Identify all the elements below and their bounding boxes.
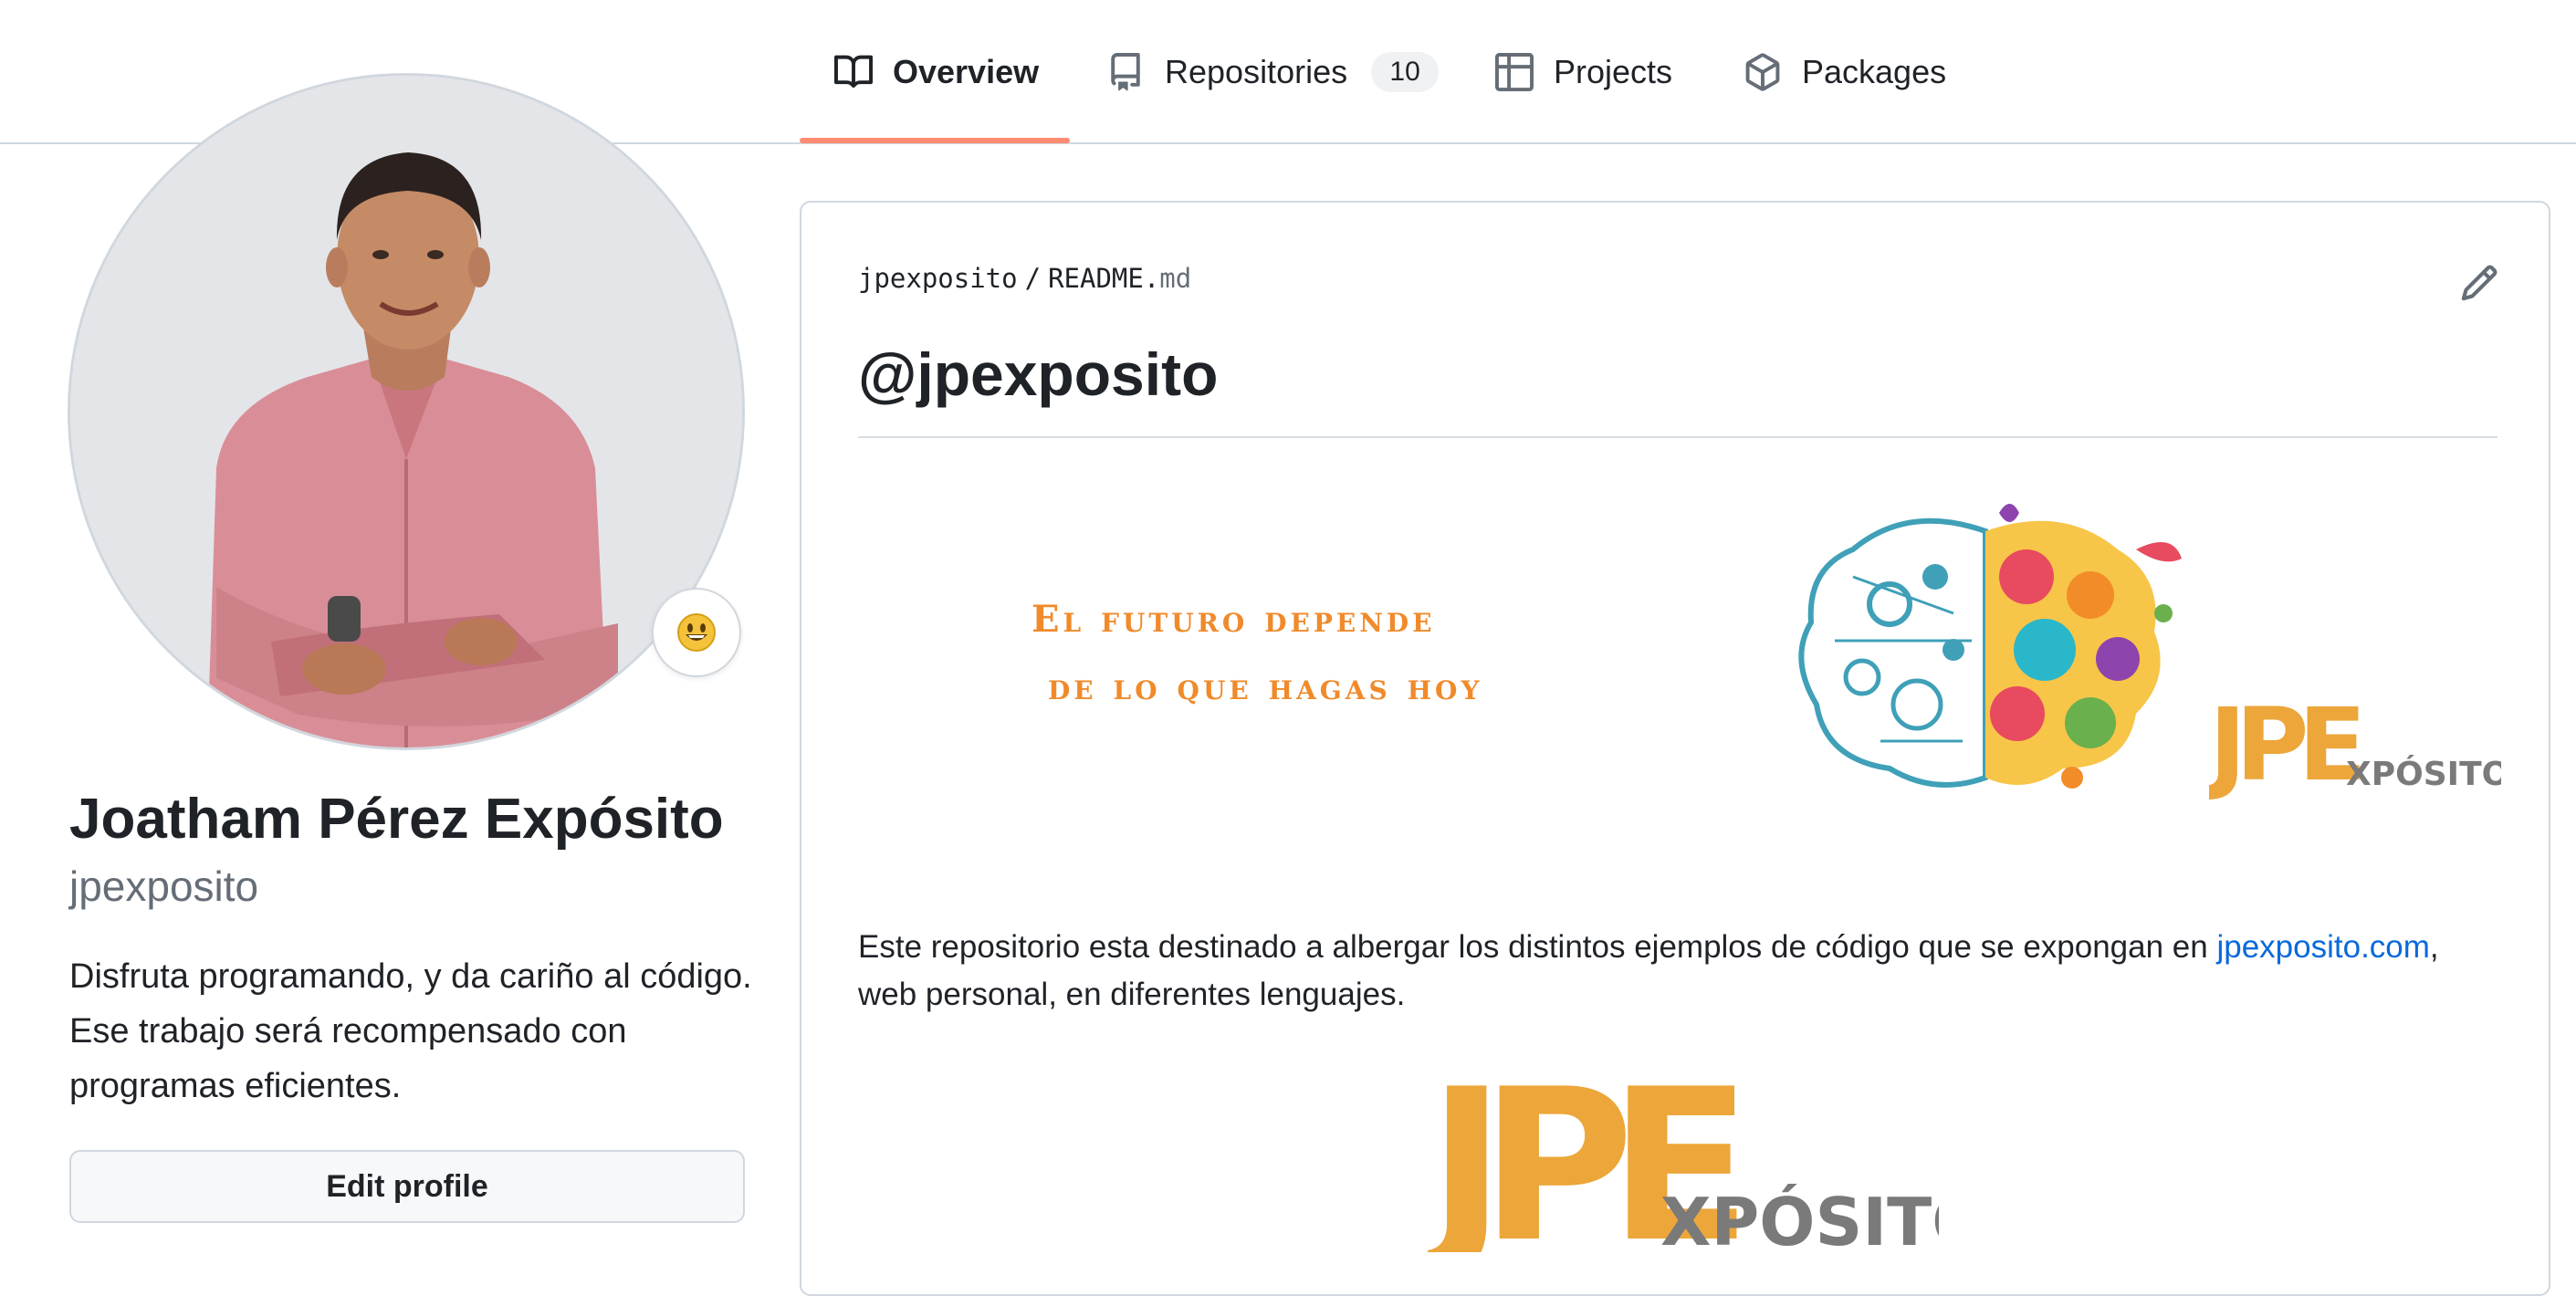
description-text-start: Este repositorio esta destinado a alberg… [858,929,2217,965]
banner-slogan: El futuro depende de lo que hagas hoy [1031,586,1482,721]
tab-overview[interactable]: Overview [834,0,1039,144]
profile-full-name: Joatham Pérez Expósito [69,788,724,851]
book-icon [834,55,873,89]
website-link[interactable]: jpexposito.com [2216,929,2429,965]
readme-file-path: jpexposito / README.md [858,263,1191,294]
path-separator: / [1024,263,1042,294]
avatar[interactable] [68,73,745,750]
tab-packages[interactable]: Packages [1744,0,1946,144]
banner-slogan-line-2: de lo que hagas hoy [1048,665,1483,708]
brain-illustration [1798,504,2182,789]
tab-overview-label: Overview [893,53,1040,90]
tab-packages-label: Packages [1802,53,1947,90]
tab-repositories-label: Repositories [1165,53,1348,90]
smiley-icon [677,613,716,652]
readme-filename-ext: md [1159,263,1192,294]
readme-logo-image: JPE XPÓSITO [1428,1051,1939,1252]
profile-bio: Disfruta programando, y da cariño al cód… [69,957,752,1105]
readme-description: Este repositorio esta destinado a alberg… [858,924,2497,1019]
readme-banner-image: El futuro depende de lo que hagas hoy JP… [858,495,2501,805]
banner-slogan-line-1: El futuro depende [1031,598,1436,641]
profile-username: jpexposito [69,862,259,910]
banner-logo: JPE XPÓSITO [2209,686,2501,803]
status-emoji-button[interactable] [652,588,741,677]
banner-logo-mark: JPE [2209,686,2361,803]
readme-filename-base: README. [1048,263,1160,294]
profile-readme: jpexposito / README.md @jpexposito El fu… [800,201,2550,1296]
active-tab-underline [800,138,1070,143]
repo-icon [1111,53,1140,91]
readme-owner-link[interactable]: jpexposito [858,263,1018,294]
tab-projects[interactable]: Projects [1495,0,1672,144]
package-icon [1745,53,1780,91]
readme-filename: README.md [1048,263,1191,294]
repositories-count-badge: 10 [1371,52,1440,92]
pencil-icon[interactable] [2459,263,2499,303]
avatar-photo [70,76,742,747]
edit-profile-button[interactable]: Edit profile [69,1150,745,1223]
readme-logo-text: XPÓSITO [1660,1184,1939,1252]
readme-heading: @jpexposito [858,340,1219,408]
banner-logo-text: XPÓSITO [2346,755,2501,793]
tab-repositories[interactable]: Repositories 10 [1106,0,1440,144]
heading-divider [858,436,2497,438]
table-icon [1495,53,1534,91]
tab-projects-label: Projects [1554,53,1673,90]
